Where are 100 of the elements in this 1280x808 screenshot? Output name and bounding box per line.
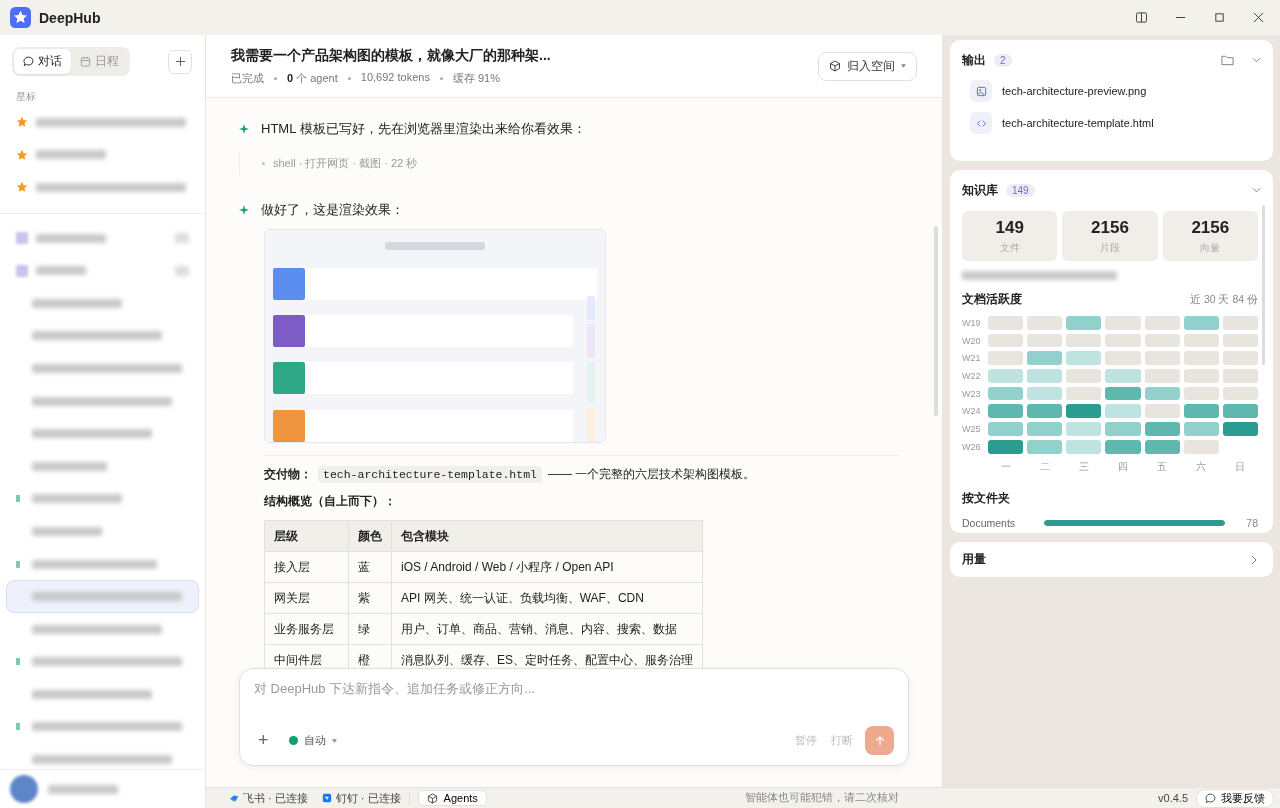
- weekday-label: 日: [1234, 459, 1247, 474]
- agents-button[interactable]: Agents: [417, 790, 487, 806]
- stat-label: 向量: [1200, 240, 1221, 255]
- maximize-icon[interactable]: [1214, 12, 1225, 23]
- star-icon: [16, 148, 28, 161]
- weekday-label: 四: [1117, 459, 1129, 474]
- caret-icon: [331, 738, 337, 743]
- chat-icon: [23, 56, 34, 67]
- folder-name: Documents: [962, 516, 1017, 529]
- image-icon: [975, 85, 987, 97]
- mode-selector[interactable]: 自动: [282, 732, 343, 749]
- blurred-text: [32, 526, 102, 536]
- agent-count: 0 个 agent: [287, 70, 338, 86]
- message-text: HTML 模板已写好，先在浏览器里渲染出来给你看效果：: [261, 120, 586, 138]
- deliverable-text: —— 一个完整的六层技术架构图模板。: [547, 466, 756, 483]
- message-input[interactable]: 对 DeepHub 下达新指令、追加任务或修正方向...: [254, 681, 894, 696]
- disclaimer-text: 智能体也可能犯错，请二次核对: [744, 791, 901, 805]
- week-label: W21: [962, 353, 982, 364]
- knowledge-title: 知识库: [962, 181, 998, 199]
- conversation-title: 我需要一个产品架构图的模板，就像大厂的那种架...: [231, 46, 551, 65]
- chevron-down-icon[interactable]: [1252, 57, 1261, 63]
- output-file[interactable]: tech-architecture-template.html: [970, 112, 1261, 134]
- weekday-label: 六: [1195, 459, 1208, 474]
- table-cell: 网关层: [264, 582, 349, 614]
- file-name-code: tech-architecture-template.html: [318, 466, 542, 483]
- sparkle-icon: [239, 205, 249, 215]
- output-title: 输出: [962, 51, 986, 69]
- blurred-text: [36, 150, 106, 160]
- conversation-item[interactable]: [6, 580, 199, 613]
- star-icon: [16, 181, 28, 194]
- folders-title: 按文件夹: [962, 489, 1011, 507]
- column-header: 层级: [264, 520, 349, 552]
- usage-card[interactable]: 用量: [950, 542, 1273, 577]
- column-header: 颜色: [348, 520, 392, 552]
- feedback-button[interactable]: 我要反馈: [1196, 788, 1274, 808]
- sidebar-toggle-icon[interactable]: [1136, 12, 1147, 23]
- message-text: 做好了，这是渲染效果：: [261, 201, 404, 219]
- close-icon[interactable]: [1253, 12, 1264, 23]
- view-tab[interactable]: 对话: [14, 49, 71, 74]
- connection-status[interactable]: 钉钉 · 已连接: [321, 790, 401, 806]
- week-label: W26: [962, 441, 982, 452]
- star-icon: [16, 116, 28, 129]
- arrow-up-icon: [874, 735, 885, 746]
- week-label: W25: [962, 423, 982, 434]
- blurred-badge: [175, 265, 189, 276]
- table-cell: 紫: [348, 582, 392, 614]
- app-name: DeepHub: [39, 9, 101, 26]
- stat-value: 2156: [1091, 217, 1129, 238]
- output-file[interactable]: tech-architecture-preview.png: [970, 80, 1261, 102]
- table-cell: 绿: [348, 613, 392, 645]
- blurred-badge: [175, 233, 189, 244]
- section-label: 星标: [15, 90, 37, 104]
- cache-rate: 缓存 91%: [452, 70, 500, 86]
- week-label: W23: [962, 388, 982, 399]
- activity-summary: 近 30 天 84 份: [1189, 292, 1258, 307]
- scrollbar[interactable]: [1262, 205, 1265, 365]
- caret-icon: [901, 64, 906, 68]
- week-label: W24: [962, 406, 982, 417]
- week-label: W20: [962, 335, 982, 346]
- weekday-label: 五: [1156, 459, 1169, 474]
- column-header: 包含模块: [391, 520, 703, 552]
- blurred-text: [36, 233, 106, 243]
- attach-button[interactable]: +: [254, 730, 273, 751]
- table-cell: 接入层: [264, 551, 349, 583]
- cube-icon: [829, 60, 841, 72]
- table-cell: API 网关、统一认证、负载均衡、WAF、CDN: [391, 582, 703, 614]
- table-cell: 蓝: [348, 551, 392, 583]
- calendar-icon: [80, 56, 91, 67]
- deliverable-label: 交付物：: [264, 466, 312, 483]
- chat-icon: [1205, 792, 1216, 804]
- status-text: 已完成: [231, 70, 264, 86]
- blurred-text: [36, 266, 86, 276]
- chevron-right-icon: [1251, 554, 1257, 565]
- sparkle-icon: [239, 124, 249, 134]
- folder-count: 78: [1245, 516, 1258, 529]
- count-badge: 2: [994, 53, 1012, 67]
- table-cell: iOS / Android / Web / 小程序 / Open API: [391, 551, 703, 583]
- message-composer[interactable]: 对 DeepHub 下达新指令、追加任务或修正方向... + 自动 暂停 打断: [239, 668, 909, 766]
- table-cell: 业务服务层: [264, 613, 349, 645]
- section-heading: 结构概览（自上而下）：: [264, 493, 397, 510]
- folder-icon[interactable]: [1221, 54, 1234, 66]
- plus-icon: [174, 56, 186, 67]
- token-count: 10,692 tokens: [360, 70, 430, 85]
- archive-to-space-button[interactable]: 归入空间: [818, 51, 917, 81]
- scrollbar[interactable]: [934, 226, 938, 416]
- chevron-down-icon[interactable]: [1252, 187, 1261, 193]
- avatar[interactable]: [10, 775, 38, 803]
- new-chat-button[interactable]: [168, 49, 192, 74]
- send-button[interactable]: [865, 726, 894, 755]
- connection-status[interactable]: 飞书 · 已连接: [229, 790, 308, 806]
- count-badge: 149: [1006, 183, 1035, 197]
- weekday-label: 三: [1077, 459, 1090, 474]
- activity-title: 文档活跃度: [962, 291, 1022, 308]
- table-cell: 用户、订单、商品、营销、消息、内容、搜索、数据: [391, 613, 703, 645]
- week-label: W22: [962, 370, 982, 381]
- code-icon: [975, 117, 987, 129]
- blurred-text: [48, 784, 118, 794]
- stat-value: 149: [995, 217, 1024, 238]
- stat-value: 2156: [1191, 217, 1230, 238]
- cube-icon: [426, 792, 438, 804]
